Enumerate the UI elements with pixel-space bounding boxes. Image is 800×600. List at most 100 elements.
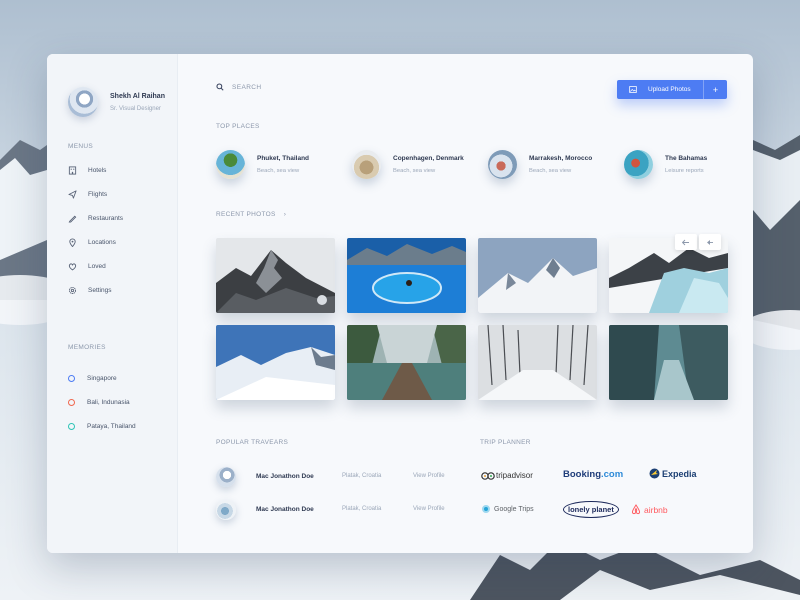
view-profile-link[interactable]: View Profile [413,473,445,479]
place-card[interactable]: Marrakesh, Morocco Beach, sea view [488,150,592,179]
heart-icon [68,262,77,270]
place-thumbnail [216,150,245,179]
traveler-location: Platak, Croatia [342,506,382,512]
avatar[interactable] [216,500,236,520]
menu-list: Hotels Flights Restaurants Locations Lov… [68,158,123,302]
gear-icon [68,286,77,294]
photo-thumbnail[interactable] [216,238,335,313]
traveler-row: Mac Jonathon Doe Platak, Croatia View Pr… [216,467,445,487]
google-trips-text: Google Trips [494,505,534,513]
memory-label: Pataya, Thailand [87,422,136,430]
reply-icon[interactable] [699,234,721,250]
map-pin-icon [69,238,76,247]
sidebar-item-label: Loved [88,262,106,270]
trip-planner-heading: TRIP PLANNER [480,439,531,446]
memories-heading: MEMORIES [68,344,106,351]
circle-icon [68,422,75,430]
sidebar-item-locations[interactable]: Locations [68,230,123,254]
place-thumbnail [352,150,381,179]
search-icon [216,83,224,91]
place-name: Copenhagen, Denmark [393,155,464,162]
airbnb-logo[interactable]: airbnb [631,504,668,515]
place-card[interactable]: Copenhagen, Denmark Beach, sea view [352,150,464,179]
user-profile[interactable]: Shekh Al Raihan Sr. Visual Designer [68,87,165,117]
place-subtitle: Beach, sea view [529,168,572,174]
avatar[interactable] [68,87,98,117]
sidebar-item-flights[interactable]: Flights [68,182,123,206]
sidebar-item-loved[interactable]: Loved [68,254,123,278]
recent-photos-heading: RECENT PHOTOS › [216,211,286,218]
place-card[interactable]: The Bahamas Leisure reports [624,150,707,179]
memory-item-bali[interactable]: Bali, Indunasia [68,390,136,414]
traveler-row: Mac Jonathon Doe Platak, Croatia View Pr… [216,500,445,520]
photo-thumbnail[interactable] [609,325,728,400]
photo-frozen-trees [609,325,728,400]
photo-thumbnail[interactable] [478,325,597,400]
tripadvisor-logo[interactable]: tripadvisor [481,471,533,480]
place-thumbnail [624,150,653,179]
sidebar-item-label: Restaurants [88,214,124,222]
booking-logo[interactable]: Booking .com [563,469,623,480]
memory-item-singapore[interactable]: Singapore [68,366,136,390]
traveler-location: Platak, Croatia [342,473,382,479]
photo-actions [675,234,721,250]
airbnb-text: airbnb [644,504,668,515]
place-subtitle: Beach, sea view [257,168,300,174]
memory-item-pataya[interactable]: Pataya, Thailand [68,414,136,438]
sidebar-item-label: Settings [88,286,112,294]
avatar[interactable] [216,467,236,487]
sidebar-item-settings[interactable]: Settings [68,278,123,302]
sidebar-item-label: Hotels [88,166,107,174]
recent-photos-title: RECENT PHOTOS [216,211,276,218]
paper-plane-icon [68,189,77,199]
place-card[interactable]: Phuket, Thailand Beach, sea view [216,150,309,179]
photo-thumbnail[interactable] [478,238,597,313]
sidebar-item-hotels[interactable]: Hotels [68,158,123,182]
pen-icon [68,215,77,223]
google-trips-logo[interactable]: Google Trips [482,505,534,513]
app-window: Shekh Al Raihan Sr. Visual Designer MENU… [47,54,753,553]
photo-rocky-peak [216,238,335,313]
expedia-logo[interactable]: Expedia [649,468,697,479]
share-icon[interactable] [675,234,697,250]
sidebar-item-restaurants[interactable]: Restaurants [68,206,123,230]
place-name: The Bahamas [665,155,708,162]
sidebar-item-label: Locations [88,238,116,246]
sidebar-item-label: Flights [88,190,108,198]
add-button[interactable]: + [703,80,727,99]
upload-label: Upload Photos [648,86,691,93]
chevron-right-icon[interactable]: › [284,211,286,218]
main-content: Upload Photos + TOP PLACES Phuket, Thail… [178,54,753,553]
search-bar[interactable] [216,83,352,91]
globe-icon [649,468,660,479]
photo-thumbnail[interactable] [216,325,335,400]
place-name: Marrakesh, Morocco [529,155,593,162]
lonely-planet-logo[interactable]: lonely planet [563,501,619,518]
photo-thumbnail[interactable] [347,238,466,313]
pin-icon [482,505,490,513]
photo-thumbnail[interactable] [347,325,466,400]
photo-snow-forest [478,325,597,400]
traveler-name[interactable]: Mac Jonathon Doe [256,473,314,480]
place-thumbnail [488,150,517,179]
view-profile-link[interactable]: View Profile [413,506,445,512]
photo-snow-peaks [478,238,597,313]
tripadvisor-text: tripadvisor [496,471,533,480]
owl-icon [481,471,495,480]
popular-travelers-heading: POPULAR TRAVEARS [216,439,289,446]
airbnb-belo-icon [631,504,641,515]
search-input[interactable] [232,83,352,91]
profile-role: Sr. Visual Designer [110,105,161,112]
circle-icon [68,374,75,382]
top-places-heading: TOP PLACES [216,123,260,130]
menus-heading: MENUS [68,143,93,150]
place-subtitle: Beach, sea view [393,168,436,174]
place-subtitle: Leisure reports [665,168,704,174]
upload-photos-button[interactable]: Upload Photos + [617,80,727,99]
memory-label: Singapore [87,374,117,382]
place-name: Phuket, Thailand [257,155,310,162]
photo-pool [347,238,466,313]
photo-snow-valley [216,325,335,400]
memory-label: Bali, Indunasia [87,398,130,406]
traveler-name[interactable]: Mac Jonathon Doe [256,506,314,513]
